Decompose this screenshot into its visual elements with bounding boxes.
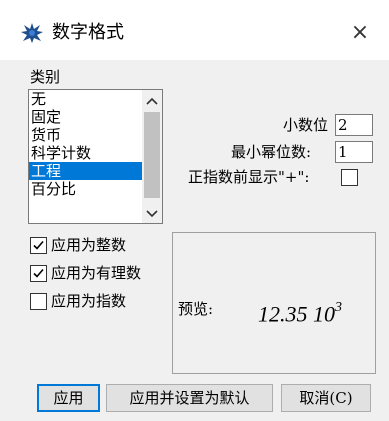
decimals-label: 小数位: [283, 116, 329, 134]
listbox-scrollbar[interactable]: [142, 90, 162, 223]
preview-label: 预览:: [178, 300, 214, 318]
preview-value: 12.35 103: [258, 297, 342, 327]
category-list: 无 固定 货币 科学计数 工程 百分比: [29, 90, 144, 198]
list-item-engineering[interactable]: 工程: [29, 162, 144, 180]
checkmark-icon: [33, 268, 44, 278]
as-integer-checkbox[interactable]: [30, 237, 47, 254]
category-listbox[interactable]: 无 固定 货币 科学计数 工程 百分比: [28, 89, 163, 224]
app-logo-icon: [20, 22, 44, 44]
as-exponent-checkbox[interactable]: [30, 293, 47, 310]
as-rational-label: 应用为有理数: [51, 264, 142, 282]
list-item-scientific[interactable]: 科学计数: [29, 144, 144, 162]
decimals-field[interactable]: 2: [335, 114, 373, 136]
list-item-currency[interactable]: 货币: [29, 126, 144, 144]
cancel-button[interactable]: 取消(C): [281, 384, 371, 412]
list-item-percent[interactable]: 百分比: [29, 180, 144, 198]
min-exp-digits-field[interactable]: 1: [335, 141, 373, 163]
list-item-none[interactable]: 无: [29, 90, 144, 108]
scroll-thumb[interactable]: [144, 112, 160, 198]
checkmark-icon: [33, 240, 44, 250]
preview-mantissa: 12.35 10: [258, 301, 335, 327]
show-plus-checkbox[interactable]: [341, 169, 358, 186]
show-plus-label: 正指数前显示"+":: [188, 168, 310, 186]
category-label: 类别: [30, 68, 61, 86]
as-integer-label: 应用为整数: [51, 236, 127, 254]
as-rational-checkbox[interactable]: [30, 265, 47, 282]
apply-and-set-default-button[interactable]: 应用并设置为默认: [106, 384, 273, 412]
as-exponent-label: 应用为指数: [51, 292, 127, 310]
preview-exponent: 3: [335, 300, 342, 315]
number-format-dialog: 数字格式 × 类别 无 固定 货币 科学计数 工程 百分比 小数位 2 最小幂位…: [0, 0, 389, 421]
title-bar: 数字格式 ×: [0, 0, 389, 60]
min-exp-digits-label: 最小幂位数:: [231, 143, 312, 161]
list-item-fixed[interactable]: 固定: [29, 108, 144, 126]
chevron-up-icon[interactable]: [142, 92, 162, 110]
chevron-down-icon[interactable]: [142, 205, 162, 223]
apply-button[interactable]: 应用: [37, 384, 100, 412]
close-icon[interactable]: ×: [346, 20, 374, 48]
dialog-title: 数字格式: [52, 22, 124, 43]
